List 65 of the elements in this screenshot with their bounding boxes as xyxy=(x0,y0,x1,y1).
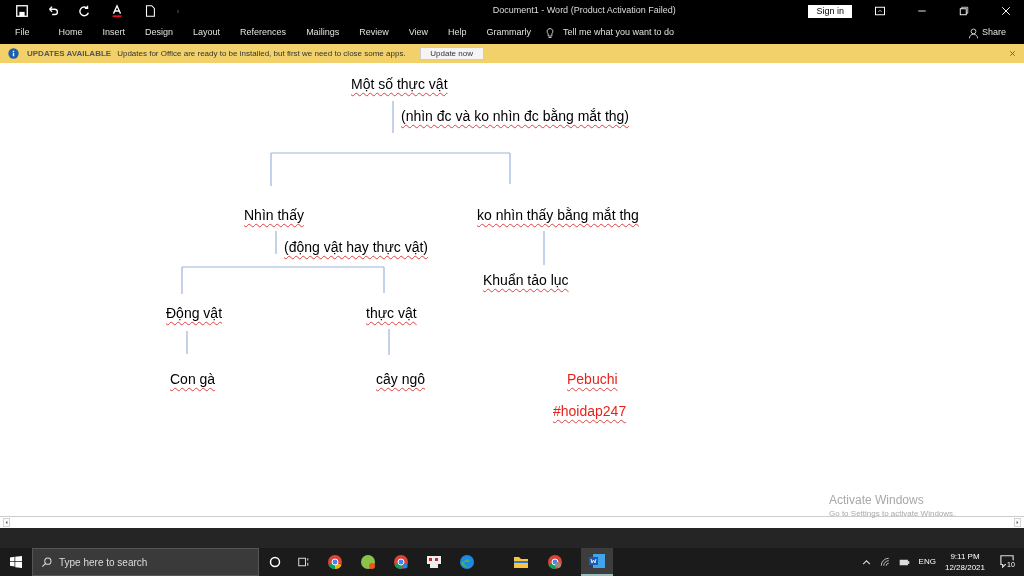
window-title: Document1 - Word (Product Activation Failed) xyxy=(492,5,676,16)
chrome-icon[interactable] xyxy=(327,554,343,570)
chrome-icon[interactable] xyxy=(547,554,563,570)
save-icon[interactable] xyxy=(15,4,29,18)
edge-icon[interactable] xyxy=(459,554,475,570)
ribbon-tab[interactable]: Layout xyxy=(186,26,228,40)
ribbon-tab[interactable]: Insert xyxy=(95,26,133,40)
undo-icon[interactable] xyxy=(46,4,60,18)
battery-icon[interactable] xyxy=(898,557,910,567)
diagram-label: ko nhìn thấy bằng mắt thg xyxy=(477,206,639,225)
share-button[interactable]: Share xyxy=(967,26,1006,40)
diagram-label: Một số thực vật xyxy=(351,75,448,94)
ribbon-display-icon[interactable] xyxy=(874,4,886,18)
clock[interactable]: 9:11 PM 12/28/2021 xyxy=(944,551,985,573)
wifi-icon[interactable] xyxy=(879,557,890,567)
diagram-label: Pebuchi xyxy=(567,370,618,389)
folder-icon[interactable] xyxy=(513,554,529,570)
diagram-label: #hoidap247 xyxy=(553,402,627,421)
connector-line xyxy=(392,100,394,134)
task-view-icon[interactable] xyxy=(298,556,310,568)
ribbon-tab[interactable]: Home xyxy=(51,26,90,40)
connector-line xyxy=(543,230,545,266)
diagram-label: Nhìn thấy xyxy=(244,206,304,225)
diagram-label: (nhìn đc và ko nhìn đc bằng mắt thg) xyxy=(401,107,630,126)
tell-me-field[interactable]: Tell me what you want to do xyxy=(563,26,675,40)
diagram-label: Con gà xyxy=(170,370,216,389)
diagram-label: (động vật hay thực vật) xyxy=(284,238,428,257)
word-taskbar-button[interactable] xyxy=(581,548,613,576)
language-indicator[interactable]: ENG xyxy=(918,556,936,568)
ribbon-tab[interactable]: Mailings xyxy=(299,26,347,40)
new-document-icon[interactable] xyxy=(143,4,157,18)
update-message: Updates for Office are ready to be installed, but first we need to close some apps. xyxy=(117,47,406,60)
ribbon-tab[interactable]: Review xyxy=(352,26,396,40)
diagram-label: Khuẩn tảo lục xyxy=(483,271,569,290)
connector-line xyxy=(388,328,390,356)
search-icon xyxy=(41,556,52,568)
ribbon-tab[interactable]: View xyxy=(401,26,435,40)
ribbon-tab[interactable]: References xyxy=(233,26,294,40)
connector-line xyxy=(186,330,188,355)
sign-in-button[interactable]: Sign in xyxy=(808,4,852,18)
diagram-label: thực vật xyxy=(366,304,417,323)
ribbon-tab[interactable]: Design xyxy=(138,26,181,40)
chrome-icon[interactable] xyxy=(393,554,409,570)
activation-title: Activate Windows xyxy=(829,493,925,508)
close-icon[interactable] xyxy=(1000,4,1012,18)
ribbon-tab[interactable]: Help xyxy=(441,26,474,40)
redo-icon[interactable] xyxy=(77,4,91,18)
windows-logo-icon[interactable] xyxy=(10,556,22,568)
activation-message: Go to Settings to activate Windows. xyxy=(829,508,956,519)
ribbon-tab[interactable]: File xyxy=(15,26,46,40)
update-now-button[interactable]: Update now xyxy=(419,47,484,60)
restore-icon[interactable] xyxy=(958,4,970,18)
diagram-label: Động vật xyxy=(166,304,223,323)
update-heading: UPDATES AVAILABLE xyxy=(27,47,112,60)
app-icon[interactable] xyxy=(426,554,442,570)
app-icon[interactable] xyxy=(360,554,376,570)
word-icon xyxy=(589,554,605,568)
taskbar-search-field[interactable]: Type here to search xyxy=(32,548,259,576)
info-icon xyxy=(8,48,19,59)
ribbon-tab[interactable]: Grammarly xyxy=(479,26,539,40)
diagram-label: cây ngô xyxy=(376,370,426,389)
chevron-up-icon[interactable] xyxy=(861,557,871,567)
person-icon xyxy=(967,27,979,39)
connector-line xyxy=(275,230,277,255)
cortana-icon[interactable] xyxy=(269,556,281,568)
